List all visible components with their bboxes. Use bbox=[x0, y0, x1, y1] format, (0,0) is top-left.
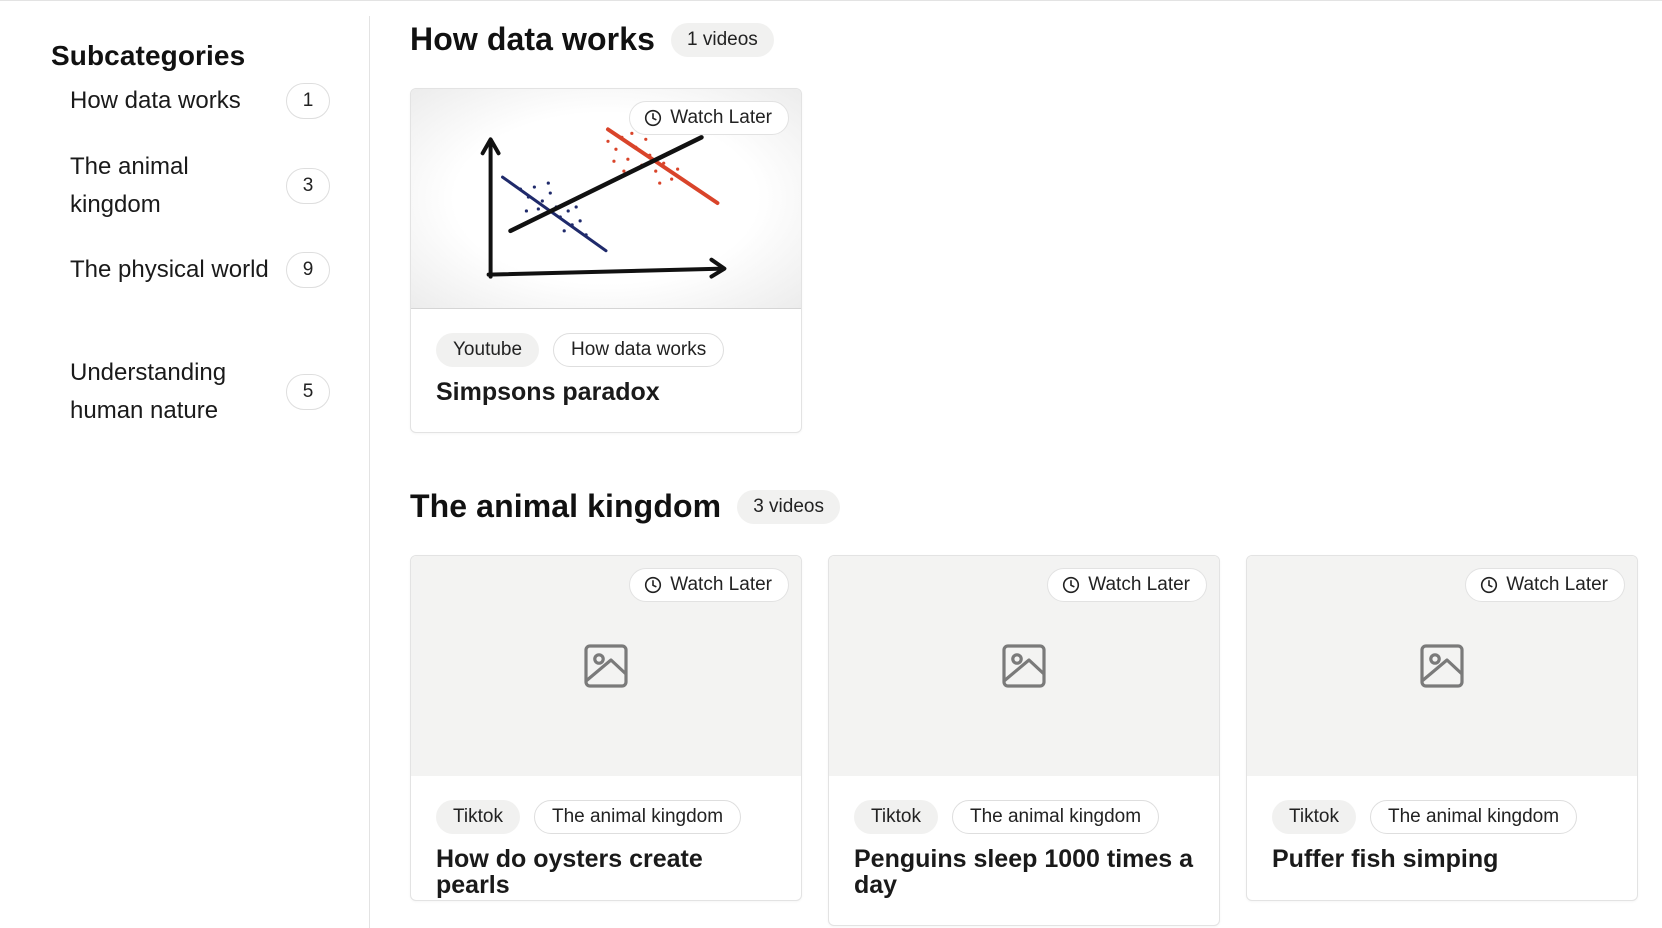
card-body: Tiktok The animal kingdom How do oysters… bbox=[411, 776, 801, 900]
count-badge: 5 bbox=[286, 374, 330, 410]
platform-tag[interactable]: Tiktok bbox=[436, 800, 520, 834]
category-tag[interactable]: The animal kingdom bbox=[951, 800, 1160, 834]
image-placeholder-icon bbox=[1420, 644, 1464, 688]
watch-later-label: Watch Later bbox=[670, 107, 772, 128]
watch-later-label: Watch Later bbox=[1088, 574, 1190, 595]
sidebar-item-label: The physical world bbox=[70, 256, 269, 283]
count-badge: 1 bbox=[286, 83, 330, 119]
sidebar-item-label: The animal kingdom bbox=[70, 153, 189, 218]
sidebar-item-the-animal-kingdom[interactable]: The animal kingdom 3 bbox=[70, 148, 330, 224]
watch-later-button[interactable]: Watch Later bbox=[629, 568, 789, 602]
sidebar-item-label: Understanding human nature bbox=[70, 359, 227, 424]
platform-tag[interactable]: Youtube bbox=[436, 333, 540, 367]
subcategories-sidebar: Subcategories How data works 1 The anima… bbox=[0, 16, 370, 928]
tag-list: Tiktok The animal kingdom bbox=[1272, 800, 1612, 834]
platform-tag[interactable]: Tiktok bbox=[854, 800, 938, 834]
tag-list: Tiktok The animal kingdom bbox=[436, 800, 776, 834]
clock-icon bbox=[1481, 576, 1498, 594]
sidebar-item-how-data-works[interactable]: How data works 1 bbox=[70, 82, 330, 120]
section-title: The animal kingdom bbox=[410, 488, 722, 524]
video-thumbnail[interactable]: Watch Later bbox=[1247, 556, 1637, 776]
video-card[interactable]: Watch Later Tiktok The animal kingdom Pe… bbox=[828, 555, 1220, 926]
sidebar-item-label: How data works bbox=[70, 87, 241, 114]
section-title: How data works bbox=[410, 21, 656, 57]
video-card[interactable]: Watch Later Tiktok The animal kingdom Ho… bbox=[410, 555, 802, 901]
image-placeholder-icon bbox=[584, 644, 628, 688]
video-thumbnail[interactable]: Watch Later bbox=[411, 89, 801, 309]
sidebar-item-understanding-human-nature[interactable]: Understanding human nature 5 bbox=[70, 354, 330, 430]
tag-list: Tiktok The animal kingdom bbox=[854, 800, 1194, 834]
video-title[interactable]: How do oysters create pearls bbox=[436, 846, 776, 898]
watch-later-button[interactable]: Watch Later bbox=[1465, 568, 1625, 602]
card-body: Tiktok The animal kingdom Penguins sleep… bbox=[829, 776, 1219, 920]
category-tag[interactable]: The animal kingdom bbox=[1369, 800, 1578, 834]
video-thumbnail[interactable]: Watch Later bbox=[829, 556, 1219, 776]
platform-tag[interactable]: Tiktok bbox=[1272, 800, 1356, 834]
video-title[interactable]: Puffer fish simping bbox=[1272, 846, 1612, 872]
count-badge: 3 bbox=[286, 168, 330, 204]
clock-icon bbox=[645, 109, 662, 127]
count-badge: 9 bbox=[286, 252, 330, 288]
watch-later-button[interactable]: Watch Later bbox=[629, 101, 789, 135]
main-content: How data works 1 videos Watch Later Yout… bbox=[410, 0, 1662, 928]
card-body: Youtube How data works Simpsons paradox bbox=[411, 309, 801, 427]
video-card[interactable]: Watch Later Tiktok The animal kingdom Pu… bbox=[1246, 555, 1638, 901]
video-title[interactable]: Simpsons paradox bbox=[436, 379, 776, 405]
image-placeholder-icon bbox=[1002, 644, 1046, 688]
watch-later-label: Watch Later bbox=[1506, 574, 1608, 595]
section-header-how-data-works: How data works 1 videos bbox=[410, 21, 774, 58]
video-card[interactable]: Watch Later Youtube How data works Simps… bbox=[410, 88, 802, 433]
clock-icon bbox=[1063, 576, 1080, 594]
video-title[interactable]: Penguins sleep 1000 times a day bbox=[854, 846, 1194, 898]
category-tag[interactable]: The animal kingdom bbox=[533, 800, 742, 834]
category-tag[interactable]: How data works bbox=[553, 333, 725, 367]
video-thumbnail[interactable]: Watch Later bbox=[411, 556, 801, 776]
sidebar-item-the-physical-world[interactable]: The physical world 9 bbox=[70, 251, 330, 289]
video-count-badge: 1 videos bbox=[671, 22, 774, 57]
card-body: Tiktok The animal kingdom Puffer fish si… bbox=[1247, 776, 1637, 894]
section-header-the-animal-kingdom: The animal kingdom 3 videos bbox=[410, 488, 840, 525]
sidebar-title: Subcategories bbox=[51, 40, 246, 71]
clock-icon bbox=[645, 576, 662, 594]
watch-later-label: Watch Later bbox=[670, 574, 772, 595]
watch-later-button[interactable]: Watch Later bbox=[1047, 568, 1207, 602]
tag-list: Youtube How data works bbox=[436, 333, 776, 367]
video-count-badge: 3 videos bbox=[737, 489, 840, 524]
